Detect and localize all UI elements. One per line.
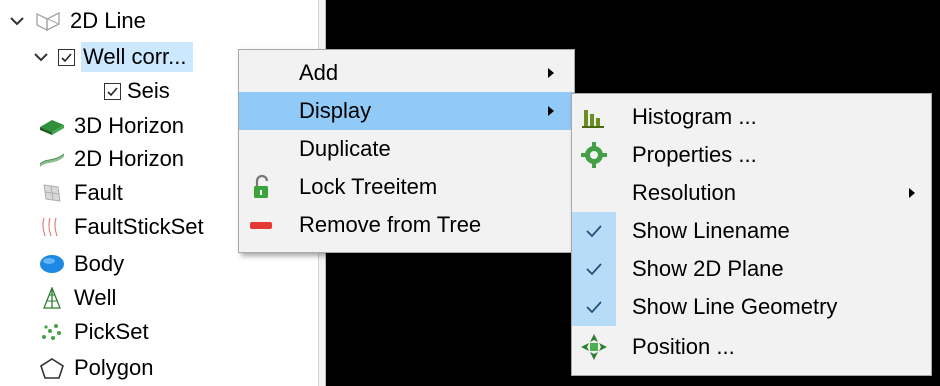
menu-item-label: Add [299, 60, 339, 85]
check-icon [107, 86, 118, 96]
tree-item-well[interactable]: Well [38, 283, 116, 313]
lock-icon [254, 174, 269, 198]
chevron-down-icon[interactable] [32, 48, 50, 66]
histogram-icon [582, 110, 604, 128]
checkmark-column [572, 250, 616, 288]
menu-item-label: Show 2D Plane [632, 256, 784, 281]
check-icon [586, 301, 602, 314]
menu-item-label: Show Line Geometry [632, 294, 838, 319]
menu-item-display[interactable]: Display [239, 92, 574, 130]
menu-item-resolution[interactable]: Resolution [572, 174, 931, 212]
menu-item-label: Histogram ... [632, 104, 757, 129]
submenu-arrow-icon [909, 188, 915, 198]
3d-horizon-icon [40, 120, 64, 135]
check-icon [61, 52, 72, 62]
pickset-icon [42, 324, 61, 340]
checkmark-column [572, 212, 616, 250]
menu-item-properties[interactable]: Properties ... [572, 136, 931, 174]
well-icon [43, 287, 61, 309]
menu-item-label: Show Linename [632, 218, 790, 243]
menu-item-histogram[interactable]: Histogram ... [572, 98, 931, 136]
tree-item-fault[interactable]: Fault [38, 178, 123, 208]
gear-icon [581, 142, 607, 168]
menu-item-position[interactable]: Position ... [572, 328, 931, 366]
check-icon [586, 225, 602, 238]
menu-item-show-linename[interactable]: Show Linename [572, 212, 931, 250]
tree-item-faultstickset[interactable]: FaultStickSet [38, 212, 204, 242]
menu-item-label: Lock Treeitem [299, 174, 438, 199]
menu-item-show-2d-plane[interactable]: Show 2D Plane [572, 250, 931, 288]
tree-item-label: Polygon [74, 355, 154, 380]
tree-item-label: 3D Horizon [74, 113, 185, 138]
tree-item-2d-horizon[interactable]: 2D Horizon [38, 144, 184, 174]
tree-item-pickset[interactable]: PickSet [38, 317, 149, 347]
tree-item-label: Fault [74, 180, 123, 205]
tree-item-label: Well corr... [81, 42, 193, 72]
faultstickset-icon [42, 217, 58, 237]
checkmark-column [572, 288, 616, 326]
tree-item-polygon[interactable]: Polygon [38, 353, 154, 383]
menu-item-remove-from-tree[interactable]: Remove from Tree [239, 206, 574, 244]
menu-item-show-line-geometry[interactable]: Show Line Geometry [572, 288, 931, 326]
tree-item-seis[interactable]: Seis [104, 76, 170, 106]
tree-item-3d-horizon[interactable]: 3D Horizon [38, 111, 184, 141]
menu-item-label: Properties ... [632, 142, 757, 167]
2d-line-icon [36, 12, 60, 31]
chevron-down-icon[interactable] [8, 12, 26, 30]
2d-horizon-icon [39, 153, 65, 167]
menu-item-label: Duplicate [299, 136, 391, 161]
remove-icon [250, 222, 272, 229]
tree-item-label: 2D Line [70, 8, 146, 33]
tree-item-label: PickSet [74, 319, 149, 344]
tree-item-label: Well [74, 285, 117, 310]
menu-item-lock-treeitem[interactable]: Lock Treeitem [239, 168, 574, 206]
position-icon [581, 334, 607, 360]
submenu-arrow-icon [548, 106, 554, 116]
tree-item-label: Seis [127, 78, 170, 103]
context-menu: Add Display Duplicate Lock Treeitem Remo… [238, 49, 575, 253]
display-submenu: Histogram ... Properties ... Resolution … [571, 93, 932, 376]
tree-item-well-correlation[interactable]: Well corr... [32, 42, 193, 72]
menu-item-add[interactable]: Add [239, 54, 574, 92]
menu-item-duplicate[interactable]: Duplicate [239, 130, 574, 168]
tree-item-body[interactable]: Body [38, 249, 124, 279]
tree-item-label: FaultStickSet [74, 214, 204, 239]
menu-item-label: Display [299, 98, 372, 123]
body-icon [40, 255, 64, 273]
check-icon [586, 263, 602, 276]
menu-item-label: Resolution [632, 180, 736, 205]
tree-item-checkbox[interactable] [104, 82, 121, 100]
submenu-arrow-icon [548, 68, 554, 78]
menu-item-label: Remove from Tree [299, 212, 482, 237]
fault-icon [43, 184, 61, 202]
menu-item-label: Position ... [632, 334, 735, 359]
tree-item-checkbox[interactable] [58, 48, 75, 66]
tree-item-label: 2D Horizon [74, 146, 185, 171]
polygon-icon [40, 358, 64, 379]
tree-item-2d-line[interactable]: 2D Line [8, 6, 146, 36]
tree-item-label: Body [74, 251, 125, 276]
